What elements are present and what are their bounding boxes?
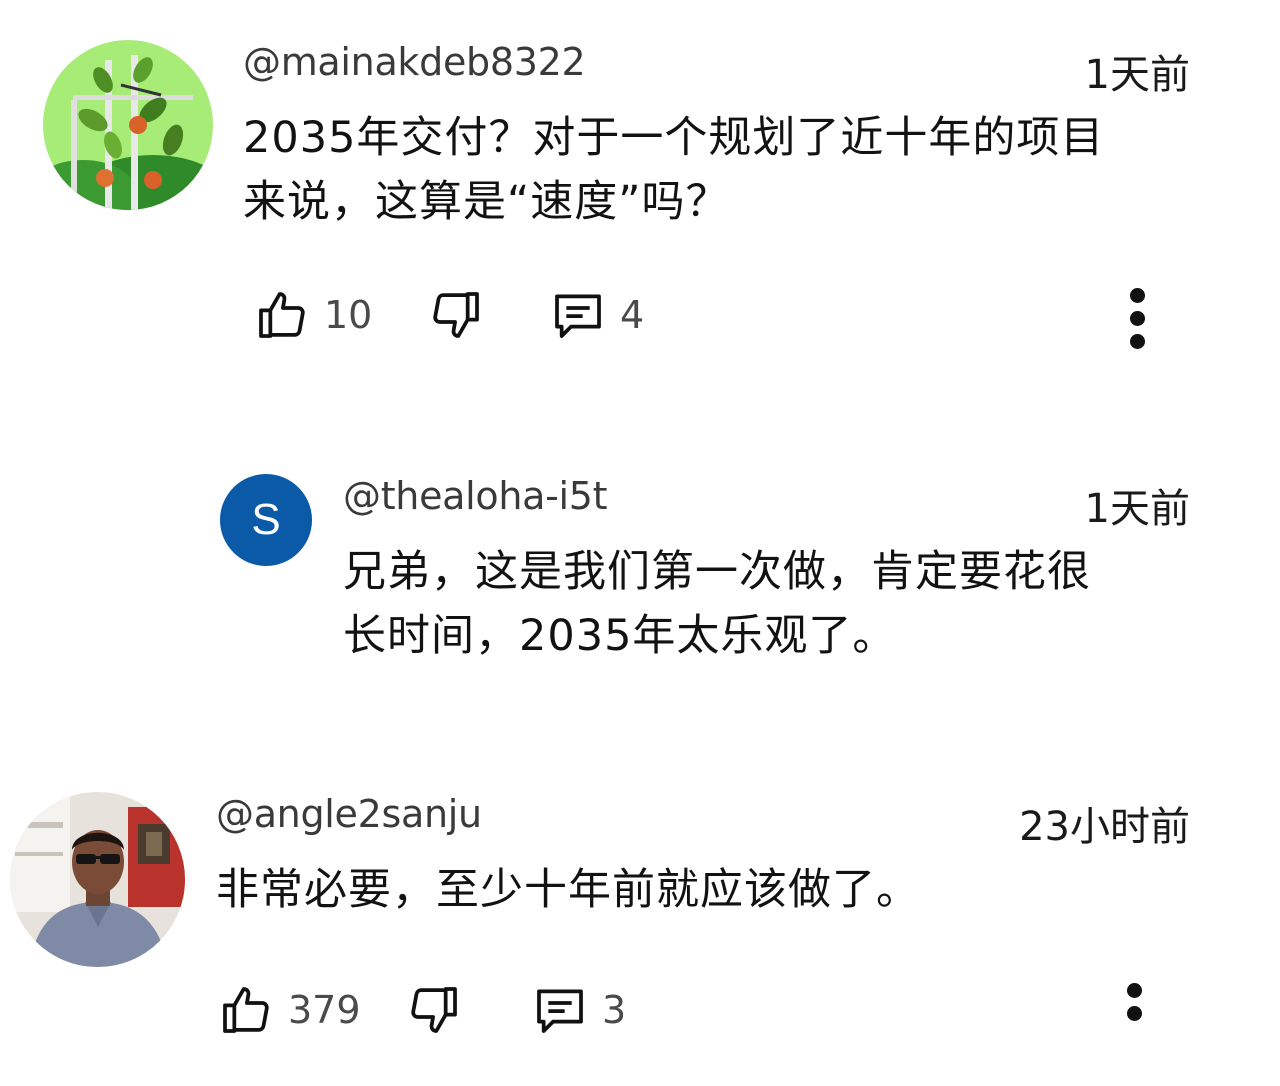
comment-timestamp: 23小时前: [1019, 804, 1190, 850]
avatar-mainakdeb8322[interactable]: [43, 40, 213, 210]
comment-text: 2035年交付？对于一个规划了近十年的项目 来说，这算是“速度”吗？: [243, 106, 1104, 234]
avatar-letter: S: [251, 495, 281, 544]
dislike-button[interactable]: [428, 285, 484, 345]
reply-count: 4: [620, 293, 645, 337]
comment-actions: 379 3: [218, 980, 1218, 1040]
comment-actions: 10 4: [254, 285, 1254, 345]
reply-comment: S @thealoha-i5t 1天前 兄弟，这是我们第一次做，肯定要花很 长时…: [0, 400, 1280, 740]
more-options-button[interactable]: [1115, 980, 1155, 1050]
thumbs-up-icon: [223, 987, 269, 1033]
comment-author[interactable]: @angle2sanju: [216, 792, 482, 836]
comment-1: @mainakdeb8322 1天前 2035年交付？对于一个规划了近十年的项目…: [0, 0, 1280, 400]
more-vertical-icon: [1127, 983, 1142, 998]
avatar-angle2sanju[interactable]: [10, 792, 185, 967]
like-button[interactable]: 10: [254, 285, 372, 345]
comment-timestamp: 1天前: [1084, 52, 1190, 98]
reply-count: 3: [602, 988, 627, 1032]
comment-text-line: 非常必要，至少十年前就应该做了。: [216, 865, 920, 915]
avatar-thealoha-i5t[interactable]: S: [220, 474, 312, 566]
thumbs-down-icon: [433, 292, 479, 338]
reply-button[interactable]: 4: [550, 285, 644, 345]
comment-text-line: 来说，这算是“速度”吗？: [243, 177, 730, 227]
comment-timestamp: 1天前: [1084, 486, 1190, 532]
more-vertical-icon: [1130, 288, 1145, 303]
like-count: 379: [288, 988, 361, 1032]
comment-text-line: 2035年交付？对于一个规划了近十年的项目: [243, 113, 1105, 163]
thumbs-up-icon: [259, 292, 305, 338]
comment-author[interactable]: @mainakdeb8322: [243, 40, 586, 84]
comment-text-line: 兄弟，这是我们第一次做，肯定要花很: [343, 547, 1091, 597]
comment-text: 兄弟，这是我们第一次做，肯定要花很 长时间，2035年太乐观了。: [343, 540, 1091, 668]
comment-author[interactable]: @thealoha-i5t: [343, 474, 608, 518]
comment-bubble-icon: [555, 294, 601, 338]
person-photo-avatar-icon: [10, 792, 185, 967]
like-count: 10: [324, 293, 373, 337]
garden-plant-avatar-icon: [43, 40, 213, 210]
comment-text-line: 长时间，2035年太乐观了。: [343, 611, 897, 661]
dislike-button[interactable]: [406, 980, 462, 1040]
like-button[interactable]: 379: [218, 980, 361, 1040]
reply-button[interactable]: 3: [532, 980, 626, 1040]
comment-3: @angle2sanju 23小时前 非常必要，至少十年前就应该做了。 379 …: [0, 740, 1280, 1086]
thumbs-down-icon: [411, 987, 457, 1033]
comment-text: 非常必要，至少十年前就应该做了。: [216, 858, 920, 922]
comment-bubble-icon: [537, 989, 583, 1033]
more-options-button[interactable]: [1118, 285, 1158, 355]
